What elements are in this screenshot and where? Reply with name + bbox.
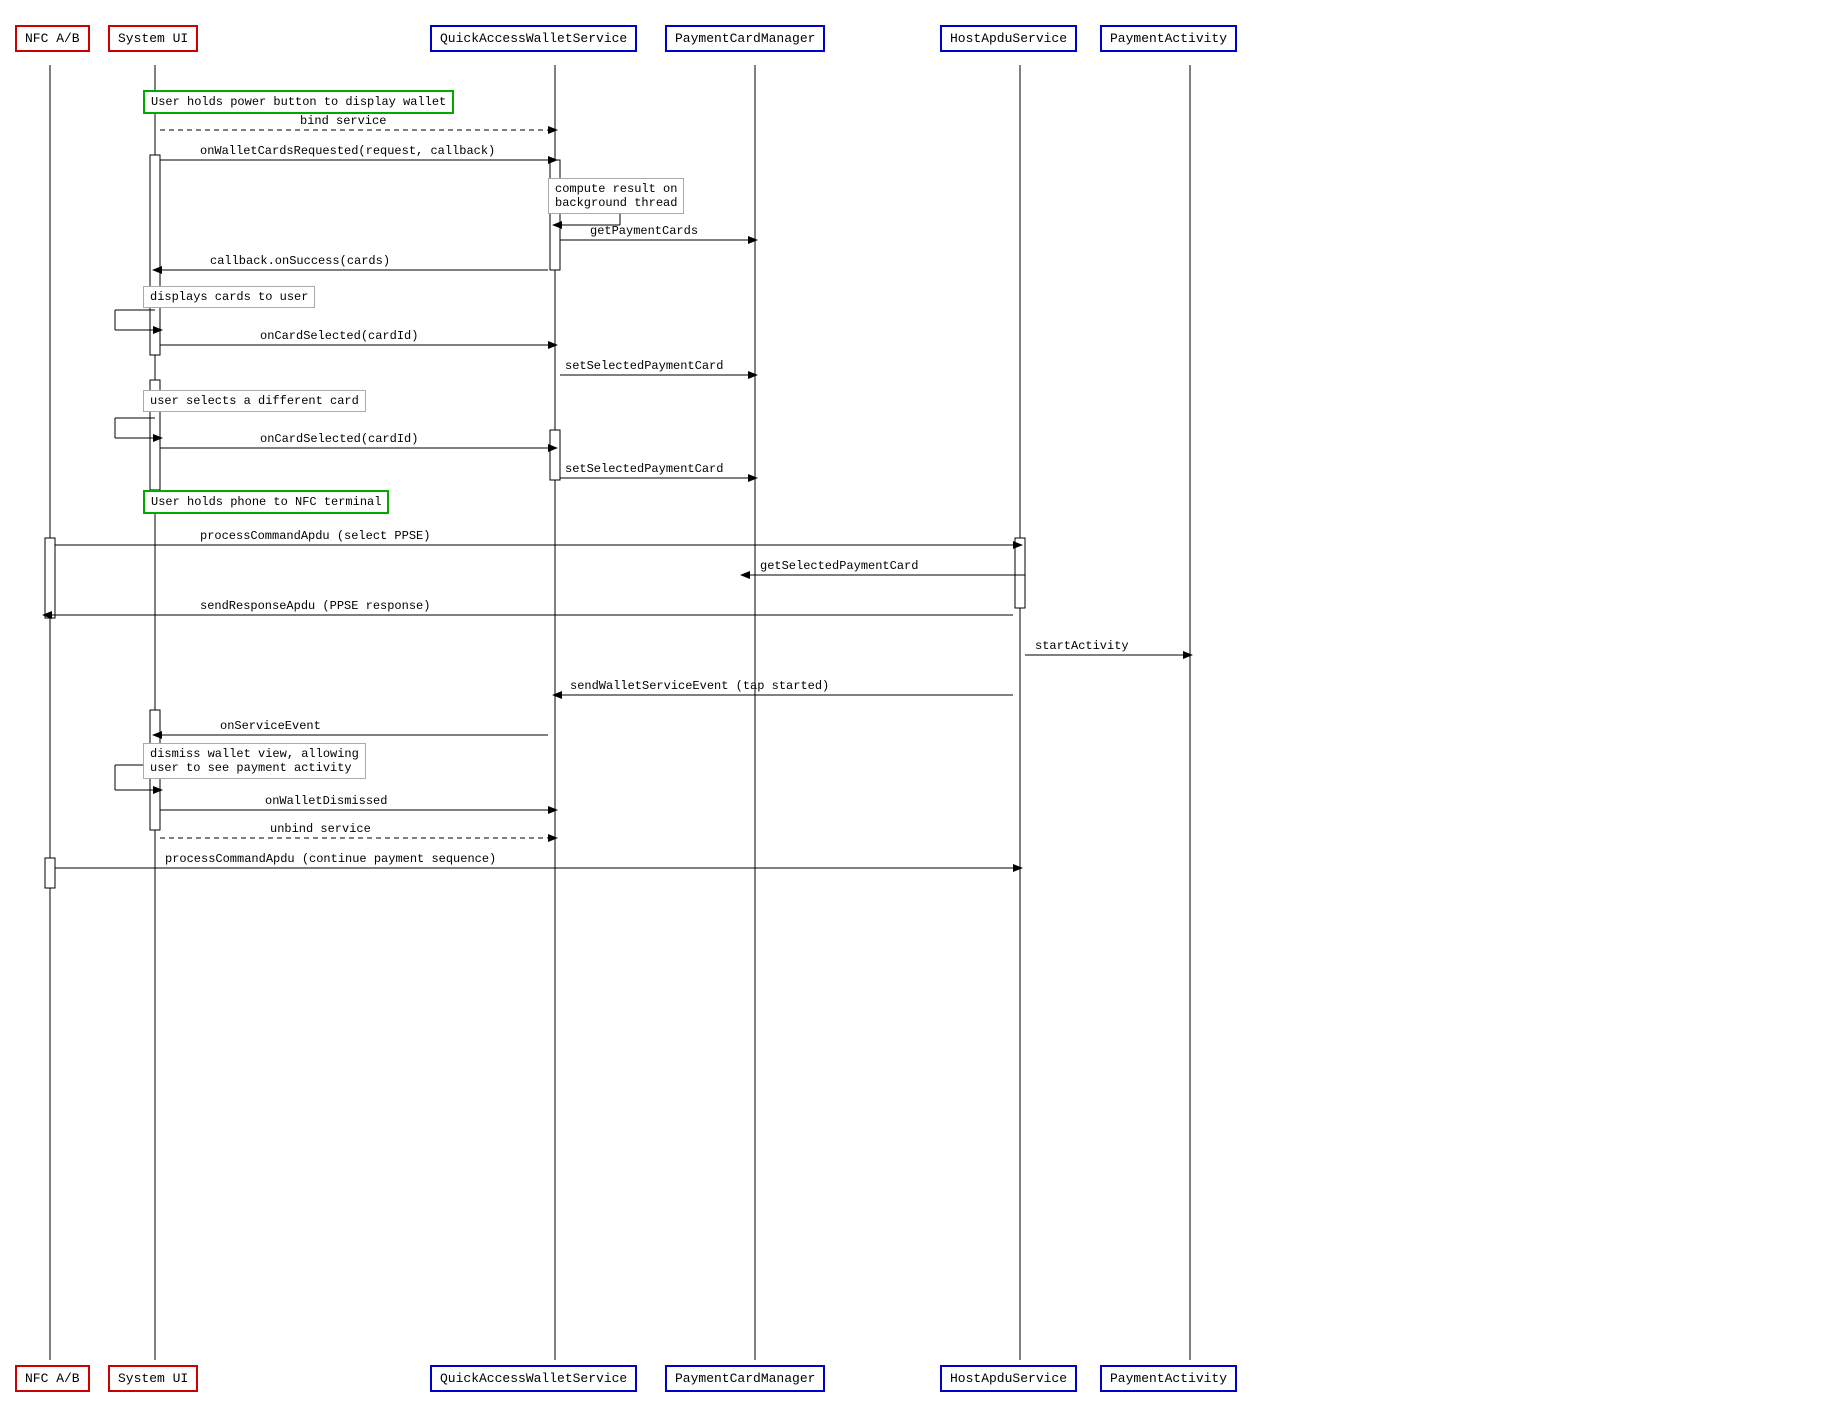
svg-text:callback.onSuccess(cards): callback.onSuccess(cards) <box>210 254 390 268</box>
actor-pa-top: PaymentActivity <box>1100 25 1237 52</box>
actor-has-bottom: HostApduService <box>940 1365 1077 1392</box>
actor-qaws-bottom: QuickAccessWalletService <box>430 1365 637 1392</box>
actor-nfc-top: NFC A/B <box>15 25 90 52</box>
sequence-diagram-svg: bind service onWalletCardsRequested(requ… <box>0 0 1845 1424</box>
note-power-button: User holds power button to display walle… <box>143 90 454 114</box>
svg-text:onWalletDismissed: onWalletDismissed <box>265 794 387 808</box>
svg-text:getPaymentCards: getPaymentCards <box>590 224 698 238</box>
svg-text:sendResponseApdu (PPSE respons: sendResponseApdu (PPSE response) <box>200 599 430 613</box>
svg-text:setSelectedPaymentCard: setSelectedPaymentCard <box>565 359 723 373</box>
svg-text:onWalletCardsRequested(request: onWalletCardsRequested(request, callback… <box>200 144 495 158</box>
actor-sysui-bottom: System UI <box>108 1365 198 1392</box>
svg-text:setSelectedPaymentCard: setSelectedPaymentCard <box>565 462 723 476</box>
svg-text:processCommandApdu (continue p: processCommandApdu (continue payment seq… <box>165 852 496 866</box>
svg-text:getSelectedPaymentCard: getSelectedPaymentCard <box>760 559 918 573</box>
actor-nfc-bottom: NFC A/B <box>15 1365 90 1392</box>
actor-sysui-top: System UI <box>108 25 198 52</box>
diagram-container: bind service onWalletCardsRequested(requ… <box>0 0 1845 1424</box>
note-user-selects: user selects a different card <box>143 390 366 412</box>
actor-pa-bottom: PaymentActivity <box>1100 1365 1237 1392</box>
note-nfc-terminal: User holds phone to NFC terminal <box>143 490 389 514</box>
svg-text:onCardSelected(cardId): onCardSelected(cardId) <box>260 329 418 343</box>
note-compute-result: compute result onbackground thread <box>548 178 684 214</box>
svg-text:startActivity: startActivity <box>1035 639 1129 653</box>
actor-pcm-top: PaymentCardManager <box>665 25 825 52</box>
svg-text:onServiceEvent: onServiceEvent <box>220 719 321 733</box>
note-displays-cards: displays cards to user <box>143 286 315 308</box>
svg-text:onCardSelected(cardId): onCardSelected(cardId) <box>260 432 418 446</box>
svg-text:processCommandApdu (select PPS: processCommandApdu (select PPSE) <box>200 529 430 543</box>
actor-has-top: HostApduService <box>940 25 1077 52</box>
svg-text:sendWalletServiceEvent (tap st: sendWalletServiceEvent (tap started) <box>570 679 829 693</box>
svg-text:bind service: bind service <box>300 114 386 128</box>
actor-pcm-bottom: PaymentCardManager <box>665 1365 825 1392</box>
svg-text:unbind service: unbind service <box>270 822 371 836</box>
note-dismiss-wallet: dismiss wallet view, allowinguser to see… <box>143 743 366 779</box>
actor-qaws-top: QuickAccessWalletService <box>430 25 637 52</box>
